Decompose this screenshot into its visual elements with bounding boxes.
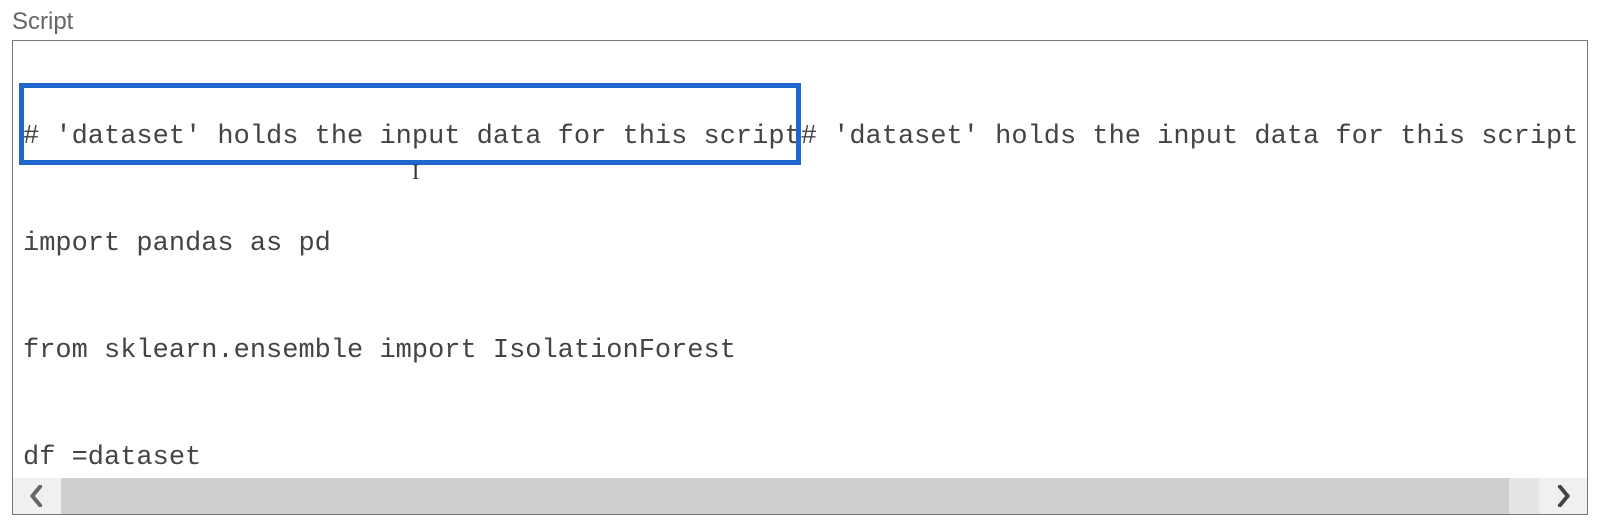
- code-line: # 'dataset' holds the input data for thi…: [23, 120, 1577, 156]
- scroll-track[interactable]: [61, 478, 1539, 514]
- code-line: from sklearn.ensemble import IsolationFo…: [23, 334, 1577, 370]
- scroll-thumb[interactable]: [61, 478, 1509, 514]
- code-line: df =dataset: [23, 441, 1577, 477]
- scroll-right-button[interactable]: [1539, 478, 1587, 514]
- chevron-left-icon: [28, 485, 46, 507]
- text-cursor-icon: I: [412, 157, 419, 186]
- script-code-area[interactable]: # 'dataset' holds the input data for thi…: [13, 41, 1587, 478]
- chevron-right-icon: [1554, 485, 1572, 507]
- script-editor[interactable]: # 'dataset' holds the input data for thi…: [12, 40, 1588, 515]
- script-panel-label: Script: [12, 8, 1588, 36]
- scroll-left-button[interactable]: [13, 478, 61, 514]
- code-line: import pandas as pd: [23, 227, 1577, 263]
- horizontal-scrollbar[interactable]: [13, 478, 1587, 514]
